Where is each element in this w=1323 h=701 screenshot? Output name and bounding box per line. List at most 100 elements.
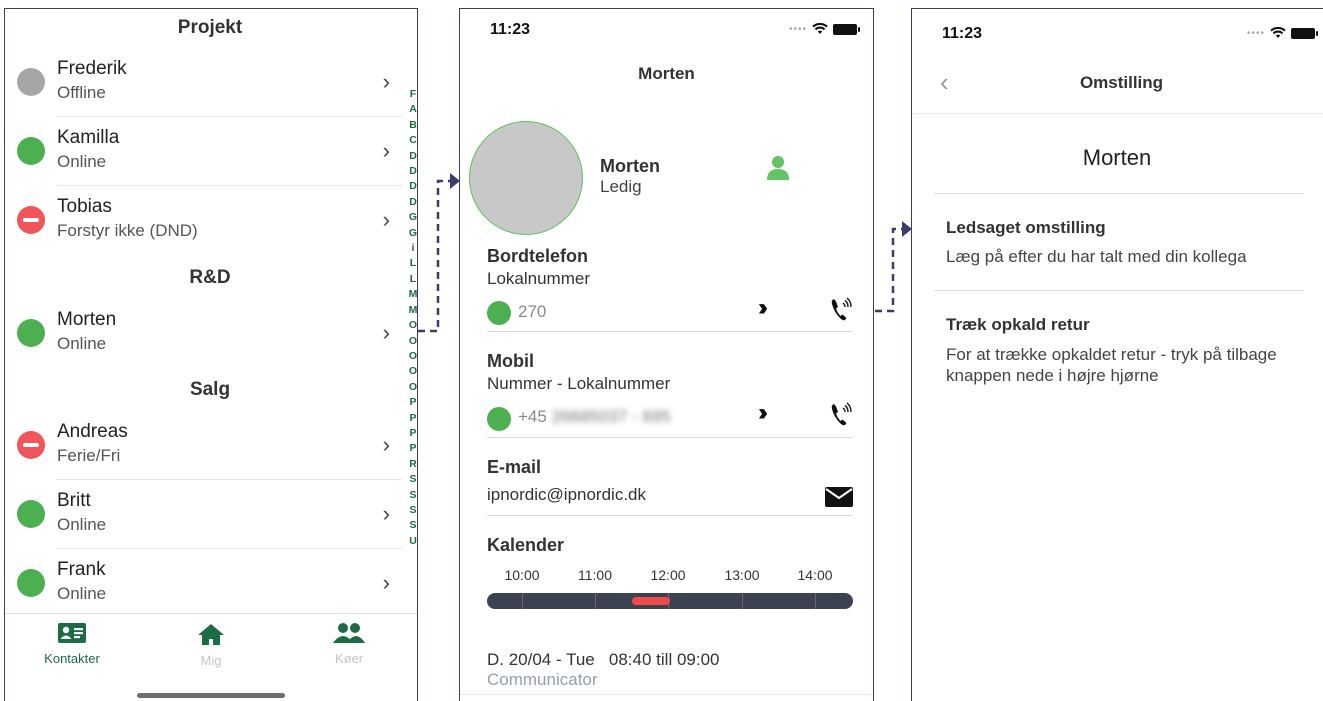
contact-row-tobias[interactable]: Tobias Forstyr ikke (DND) › [5, 186, 400, 254]
index-letter[interactable]: R [409, 457, 417, 472]
index-letter[interactable]: L [410, 256, 416, 271]
index-letter[interactable]: S [409, 472, 416, 487]
contact-card-icon [58, 623, 86, 643]
phone-call-icon[interactable] [830, 401, 852, 427]
index-letter[interactable]: A [409, 102, 417, 117]
index-letter[interactable]: U [409, 534, 417, 549]
index-letter[interactable]: L [410, 272, 416, 287]
phone-call-icon[interactable] [830, 296, 852, 322]
chevron-right-icon: › [382, 501, 390, 526]
signal-icon: •••• [1246, 27, 1265, 39]
index-letter[interactable]: O [409, 364, 417, 379]
timeline-divider [595, 593, 596, 609]
status-online-icon [17, 569, 45, 597]
status-icons: •••• [788, 23, 860, 35]
status-online-icon [17, 137, 45, 165]
chevron-right-icon: › [382, 570, 390, 595]
index-letter[interactable]: S [409, 518, 416, 533]
option-description: For at trække opkaldet retur - tryk på t… [946, 345, 1277, 385]
index-letter[interactable]: O [409, 318, 417, 333]
index-letter[interactable]: D [409, 195, 417, 210]
alphabet-index[interactable]: FABCDDDDGGiLLMMOOOOOPPPPRSSSSU [406, 87, 417, 549]
contacts-screen: Projekt Frederik Offline › Kamilla Onlin… [4, 8, 418, 701]
index-letter[interactable]: F [410, 87, 416, 102]
mobile-number[interactable]: +45 26685037 - 695 [518, 407, 671, 427]
index-letter[interactable]: M [409, 287, 417, 302]
status-online-icon [17, 500, 45, 528]
divider [912, 113, 1323, 114]
index-letter[interactable]: D [409, 179, 417, 194]
divider [934, 193, 1304, 194]
index-letter[interactable]: P [409, 395, 416, 410]
section-header-salg: Salg [189, 379, 231, 400]
status-dnd-icon [17, 206, 45, 234]
index-letter[interactable]: O [409, 380, 417, 395]
people-icon [333, 623, 365, 643]
forward-icon[interactable]: ›› [758, 294, 768, 322]
status-dnd-icon [17, 431, 45, 459]
email-address[interactable]: ipnordic@ipnordic.dk [487, 485, 646, 505]
contact-row-kamilla[interactable]: Kamilla Online › [5, 117, 400, 185]
wifi-icon [812, 23, 828, 34]
person-icon[interactable] [766, 155, 790, 181]
signal-icon: •••• [788, 23, 807, 35]
index-letter[interactable]: D [409, 164, 417, 179]
calendar-event-line: D. 20/04 - Tue 08:40 till 09:00 [487, 650, 720, 669]
index-letter[interactable]: P [409, 441, 416, 456]
contact-status: Online [57, 334, 107, 353]
index-letter[interactable]: S [409, 503, 416, 518]
battery-icon [1291, 27, 1318, 39]
screenshot-canvas: Projekt Frederik Offline › Kamilla Onlin… [0, 0, 1323, 701]
status-offline-icon [17, 68, 45, 96]
chevron-right-icon: › [382, 207, 390, 232]
index-letter[interactable]: P [409, 411, 416, 426]
contact-detail-screen: 11:23 •••• Morten Morten Ledig Bordtelef… [459, 8, 874, 701]
contact-row-andreas[interactable]: Andreas Ferie/Fri › [5, 411, 400, 479]
status-online-icon [487, 407, 511, 431]
index-letter[interactable]: O [409, 334, 417, 349]
page-title: Morten [638, 64, 695, 83]
mail-icon[interactable] [825, 487, 853, 507]
index-letter[interactable]: G [409, 210, 417, 225]
contact-row-britt[interactable]: Britt Online › [5, 480, 400, 548]
tab-kontakter[interactable]: Kontakter [17, 622, 127, 666]
divider [460, 694, 873, 695]
section-header-projekt: Projekt [177, 17, 243, 38]
tab-label: Mig [200, 653, 222, 668]
section-header-rd: R&D [189, 267, 231, 288]
calendar-event-source: Communicator [487, 670, 598, 689]
status-time: 11:23 [942, 25, 983, 42]
contact-status: Offline [57, 83, 106, 102]
mobile-number-masked: 26685037 - 695 [551, 407, 671, 426]
index-letter[interactable]: G [409, 226, 417, 241]
index-letter[interactable]: M [409, 303, 417, 318]
index-letter[interactable]: B [409, 118, 417, 133]
contact-row-frederik[interactable]: Frederik Offline › [5, 48, 400, 116]
forward-icon[interactable]: ›› [758, 399, 768, 427]
calendar-tick: 11:00 [578, 567, 612, 583]
divider [487, 331, 853, 332]
profile-status: Ledig [600, 177, 642, 196]
timeline-divider [742, 593, 743, 609]
tab-koer[interactable]: Køer [294, 622, 404, 666]
index-letter[interactable]: i [412, 241, 415, 256]
tab-bar: Kontakter Mig Køer [5, 613, 417, 701]
index-letter[interactable]: D [409, 149, 417, 164]
contact-row-morten[interactable]: Morten Online › [5, 299, 400, 367]
calendar-timeline[interactable] [487, 593, 853, 609]
divider [934, 290, 1304, 291]
calendar-tick: 13:00 [724, 567, 760, 583]
status-time: 11:23 [490, 21, 531, 38]
index-letter[interactable]: C [409, 133, 417, 148]
contact-name: Andreas [57, 421, 128, 442]
home-icon [198, 624, 224, 645]
tab-mig[interactable]: Mig [156, 622, 266, 668]
index-letter[interactable]: O [409, 349, 417, 364]
contact-status: Ferie/Fri [57, 446, 121, 465]
contact-status: Online [57, 152, 107, 171]
contact-row-frank[interactable]: Frank Online › [5, 549, 400, 617]
desk-phone-number[interactable]: 270 [518, 302, 546, 322]
index-letter[interactable]: P [409, 426, 416, 441]
index-letter[interactable]: S [409, 488, 416, 503]
status-online-icon [487, 301, 511, 325]
